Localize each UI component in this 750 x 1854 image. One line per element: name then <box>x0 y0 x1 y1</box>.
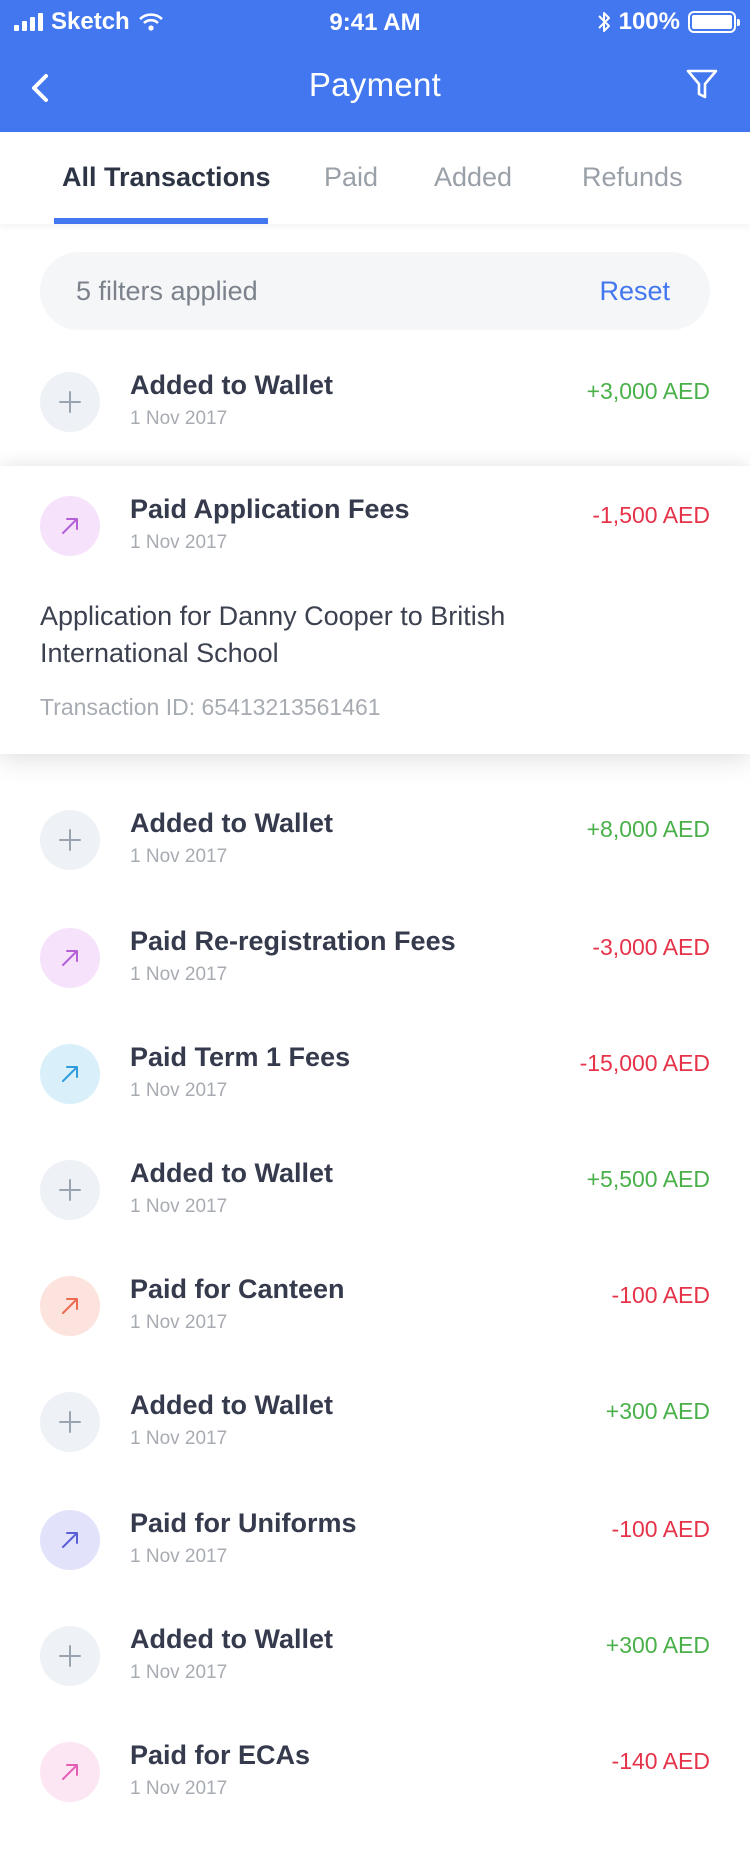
arrow-up-right-icon <box>62 950 78 966</box>
transaction-row[interactable]: Added to Wallet 1 Nov 2017 +300 AED <box>0 1390 750 1502</box>
transaction-amount: -100 AED <box>611 1516 710 1542</box>
transaction-type-icon-bg <box>40 1392 100 1452</box>
transaction-date: 1 Nov 2017 <box>130 532 228 553</box>
transaction-type-icon-bg <box>40 1742 100 1802</box>
transaction-title: Paid Application Fees <box>130 494 410 524</box>
transaction-id: Transaction ID: 65413213561461 <box>40 694 381 720</box>
transaction-description: Application for Danny Cooper to British … <box>40 601 506 668</box>
transaction-title: Paid for ECAs <box>130 1740 311 1770</box>
transaction-type-icon-bg <box>40 1510 100 1570</box>
transaction-title: Added to Wallet <box>130 370 333 400</box>
transaction-date: 1 Nov 2017 <box>130 1778 228 1799</box>
transaction-date: 1 Nov 2017 <box>130 1428 228 1449</box>
transaction-row[interactable]: Paid Re-registration Fees 1 Nov 2017 -3,… <box>0 926 750 1038</box>
transaction-date: 1 Nov 2017 <box>130 1662 228 1683</box>
arrow-up-right-icon <box>62 1298 78 1314</box>
arrow-up-right-icon <box>62 1764 78 1780</box>
page-title: Payment <box>308 66 442 103</box>
transaction-type-icon-bg <box>40 372 100 432</box>
expanded-transaction-card[interactable]: Paid Application Fees 1 Nov 2017 -1,500 … <box>0 466 750 754</box>
transaction-title: Paid Term 1 Fees <box>130 1042 351 1072</box>
plus-icon <box>59 829 81 851</box>
filter-icon[interactable] <box>684 66 720 102</box>
filter-summary-bar: 5 filters applied Reset <box>40 252 710 330</box>
transaction-amount: +8,000 AED <box>586 816 710 842</box>
transaction-date: 1 Nov 2017 <box>130 964 228 985</box>
transaction-title: Added to Wallet <box>130 1624 333 1654</box>
transaction-type-icon-bg <box>40 496 100 556</box>
transaction-amount: +300 AED <box>605 1398 710 1424</box>
transaction-type-icon-bg <box>40 1626 100 1686</box>
transaction-row[interactable]: Added to Wallet 1 Nov 2017 +300 AED <box>0 1624 750 1736</box>
plus-icon <box>59 391 81 413</box>
tab-bar: All Transactions Paid Added Refunds <box>0 132 750 224</box>
transaction-date: 1 Nov 2017 <box>130 1196 228 1217</box>
tab-all-transactions[interactable]: All Transactions <box>62 162 271 193</box>
transaction-type-icon-bg <box>40 1044 100 1104</box>
transaction-date: 1 Nov 2017 <box>130 1080 228 1101</box>
transaction-title: Added to Wallet <box>130 1158 333 1188</box>
transaction-type-icon-bg <box>40 928 100 988</box>
transaction-title: Paid Re-registration Fees <box>130 926 456 956</box>
plus-icon <box>59 1411 81 1433</box>
transaction-amount: -3,000 AED <box>592 934 710 960</box>
transaction-title: Paid for Uniforms <box>130 1508 357 1538</box>
transaction-type-icon-bg <box>40 1160 100 1220</box>
tab-refunds[interactable]: Refunds <box>582 162 683 193</box>
transaction-amount: -100 AED <box>611 1282 710 1308</box>
transaction-date: 1 Nov 2017 <box>130 1312 228 1333</box>
transaction-row[interactable]: Paid Term 1 Fees 1 Nov 2017 -15,000 AED <box>0 1042 750 1154</box>
battery-percent: 100% <box>618 8 680 35</box>
arrow-up-right-icon <box>62 518 78 534</box>
transaction-date: 1 Nov 2017 <box>130 408 228 429</box>
transaction-row[interactable]: Paid for Canteen 1 Nov 2017 -100 AED <box>0 1274 750 1386</box>
transaction-date: 1 Nov 2017 <box>130 1546 228 1567</box>
transaction-title: Added to Wallet <box>130 1390 333 1420</box>
transaction-date: 1 Nov 2017 <box>130 846 228 867</box>
transaction-amount: +3,000 AED <box>586 378 710 404</box>
transaction-row[interactable]: Paid for ECAs 1 Nov 2017 -140 AED <box>0 1740 750 1852</box>
bluetooth-icon <box>597 12 610 32</box>
transaction-amount: +300 AED <box>605 1632 710 1658</box>
transaction-title: Paid for Canteen <box>130 1274 345 1304</box>
active-tab-indicator <box>54 218 268 224</box>
plus-icon <box>59 1645 81 1667</box>
filter-summary-text: 5 filters applied <box>76 276 258 306</box>
transaction-amount: -15,000 AED <box>579 1050 710 1076</box>
arrow-up-right-icon <box>62 1532 78 1548</box>
transaction-type-icon-bg <box>40 1276 100 1336</box>
transaction-amount: -1,500 AED <box>592 502 710 528</box>
app-header: Sketch 9:41 AM 100% Payment <box>0 0 750 132</box>
transaction-amount: +5,500 AED <box>586 1166 710 1192</box>
tab-added[interactable]: Added <box>434 162 512 193</box>
plus-icon <box>59 1179 81 1201</box>
transaction-type-icon-bg <box>40 810 100 870</box>
transaction-row[interactable]: Added to Wallet 1 Nov 2017 +8,000 AED <box>0 808 750 920</box>
reset-filters-button[interactable]: Reset <box>599 276 670 307</box>
battery-icon <box>688 11 740 33</box>
transaction-row[interactable]: Added to Wallet 1 Nov 2017 +5,500 AED <box>0 1158 750 1270</box>
status-bar: Sketch 9:41 AM 100% <box>0 0 750 44</box>
arrow-up-right-icon <box>62 1066 78 1082</box>
transaction-amount: -140 AED <box>611 1748 710 1774</box>
transaction-row-expanded[interactable]: Paid Application Fees 1 Nov 2017 -1,500 … <box>0 494 750 606</box>
transaction-row[interactable]: Paid for Uniforms 1 Nov 2017 -100 AED <box>0 1508 750 1620</box>
status-right: 100% <box>597 8 740 36</box>
transaction-title: Added to Wallet <box>130 808 333 838</box>
tab-paid[interactable]: Paid <box>324 162 378 193</box>
nav-bar: Payment <box>0 44 750 132</box>
